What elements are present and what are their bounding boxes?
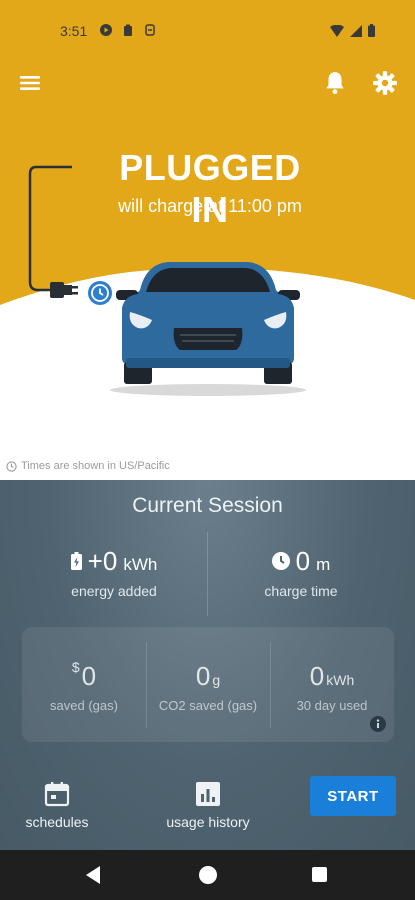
gear-icon[interactable] (372, 70, 398, 96)
usage-30day-label: 30 day used (296, 698, 368, 713)
savings-card: $ 0 saved (gas) 0 g CO2 saved (gas) 0 kW… (22, 627, 394, 742)
car-illustration (110, 262, 306, 396)
charge-status-title: PLUGGED IN (119, 147, 301, 230)
money-saved-label: saved (gas) (50, 698, 118, 713)
notification-icons (100, 24, 156, 36)
menu-icon[interactable] (18, 71, 42, 95)
system-icons (330, 24, 375, 37)
usage-30day-unit: kWh (326, 672, 355, 688)
back-icon[interactable] (84, 865, 102, 885)
sync-icon (145, 24, 155, 36)
energy-added-unit: kWh (123, 555, 158, 574)
co2-saved-metric: 0 g CO2 saved (gas) (146, 661, 270, 713)
energy-added-metric: +0 kWh energy added (14, 546, 214, 599)
clock-outline-icon (6, 460, 17, 472)
home-icon[interactable] (199, 866, 217, 884)
media-icon (100, 24, 112, 36)
usage-30day-value: 0 (309, 661, 325, 691)
wifi-icon (330, 24, 344, 37)
android-navigation-bar (0, 850, 415, 900)
schedules-label: schedules (25, 814, 89, 830)
session-panel: Current Session +0 kWh energy added 0 m … (0, 480, 415, 850)
charge-time-unit: m (316, 555, 331, 574)
co2-saved-value: 0 (195, 661, 211, 691)
money-saved-prefix: $ (71, 659, 80, 675)
money-saved-value: 0 (81, 661, 97, 691)
co2-saved-unit: g (212, 672, 221, 688)
charge-time-label: charge time (264, 583, 338, 599)
co2-saved-label: CO2 saved (gas) (158, 698, 258, 713)
start-button[interactable]: START (310, 776, 396, 816)
battery-icon (368, 24, 375, 37)
energy-added-label: energy added (71, 583, 157, 599)
status-bar: 3:51 (0, 20, 415, 46)
usage-history-label: usage history (166, 814, 250, 830)
charge-status-message: will charge at 11:00 pm (118, 196, 302, 216)
usage-30day-metric: 0 kWh 30 day used (270, 661, 394, 713)
schedules-button[interactable]: schedules (20, 780, 94, 830)
top-bar (0, 66, 415, 100)
hero-section: 3:51 PLUGGED IN will charge at 11:00 pm … (0, 0, 415, 480)
info-icon[interactable] (370, 716, 386, 732)
session-title: Current Session (132, 494, 283, 517)
energy-added-value: +0 (87, 546, 118, 576)
bell-icon[interactable] (322, 70, 348, 96)
clock-icon (271, 552, 290, 570)
status-time: 3:51 (60, 23, 88, 39)
timezone-note-text: Times are shown in US/Pacific (21, 460, 170, 472)
charge-time-metric: 0 m charge time (201, 546, 401, 599)
recent-apps-icon[interactable] (312, 867, 327, 882)
money-saved-metric: $ 0 saved (gas) (22, 659, 146, 713)
calendar-icon (44, 782, 70, 807)
clipboard-icon (124, 24, 132, 36)
signal-icon (350, 24, 362, 37)
bar-chart-icon (196, 782, 220, 806)
battery-charging-icon (70, 552, 82, 570)
usage-history-button[interactable]: usage history (158, 780, 258, 830)
timezone-note: Times are shown in US/Pacific (6, 460, 170, 472)
charge-time-value: 0 (295, 546, 311, 576)
